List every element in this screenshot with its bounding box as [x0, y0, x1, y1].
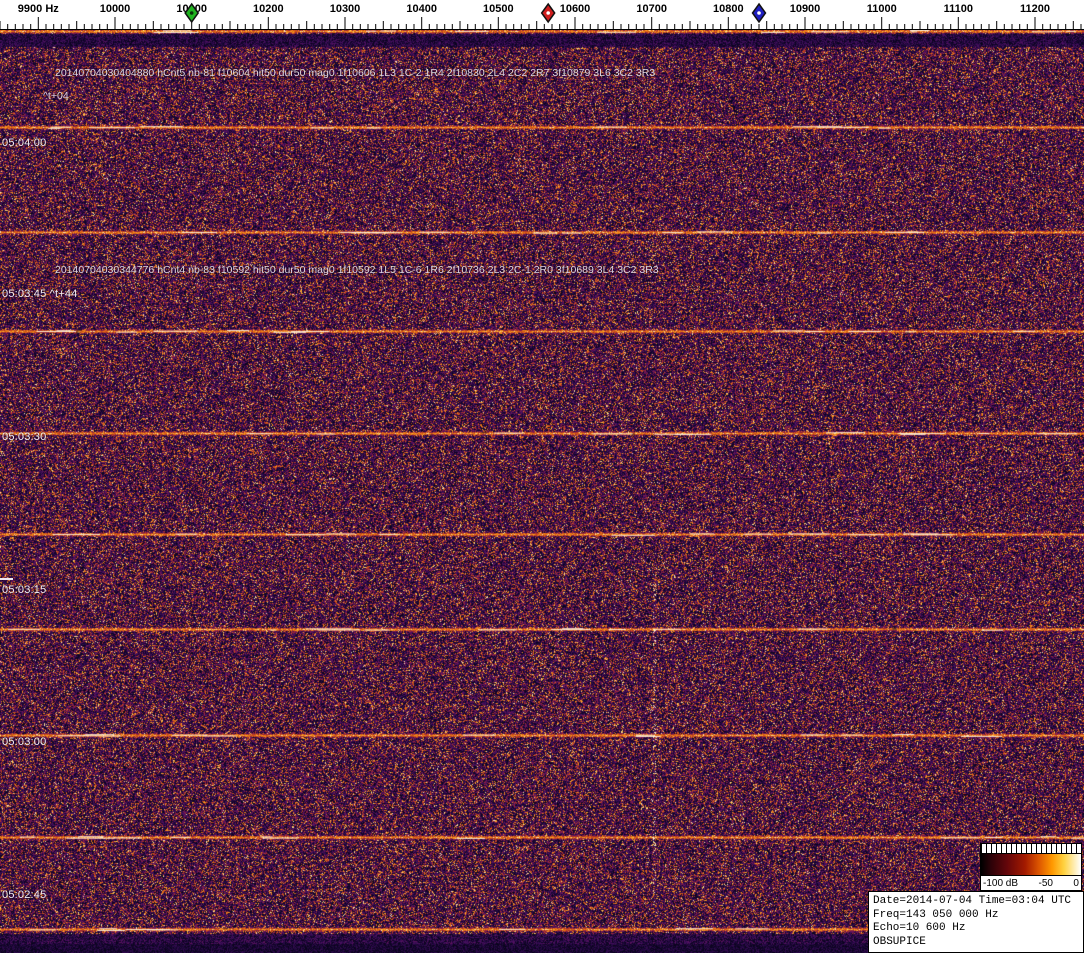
colorbar-gradient	[980, 853, 1082, 876]
info-station: OBSUPICE	[873, 936, 1079, 950]
freq-tick-label: 10400	[406, 3, 437, 15]
freq-tick-label: 10600	[560, 3, 591, 15]
colorbar-ticks	[980, 843, 1082, 853]
info-frequency: Freq=143 050 000 Hz	[873, 909, 1079, 923]
station-info-box: Date=2014-07-04 Time=03:04 UTC Freq=143 …	[868, 891, 1084, 953]
freq-tick-label: 11000	[867, 3, 897, 15]
freq-tick-label: 10800	[713, 3, 744, 15]
info-echo: Echo=10 600 Hz	[873, 922, 1079, 936]
freq-tick-label: 10200	[253, 3, 284, 15]
info-date-time: Date=2014-07-04 Time=03:04 UTC	[873, 895, 1079, 909]
freq-tick-label: 11100	[944, 3, 973, 15]
spectrogram-app: { "chart_data": { "type": "heatmap", "ti…	[0, 0, 1084, 953]
freq-tick-label: 10000	[100, 3, 131, 15]
colorbar-label-mid: -50	[1039, 878, 1053, 889]
freq-tick-label: 10700	[636, 3, 667, 15]
colorbar: -100 dB -50 0	[980, 843, 1082, 891]
frequency-ruler: 9900 Hz100001010010200103001040010500106…	[0, 0, 1084, 30]
freq-tick-label: 9900 Hz	[18, 3, 59, 15]
spectrogram-waterfall	[0, 30, 1084, 953]
freq-tick-label: 10900	[790, 3, 821, 15]
colorbar-label-max: 0	[1073, 878, 1079, 889]
freq-tick-label: 10500	[483, 3, 514, 15]
freq-tick-label: 11200	[1020, 3, 1050, 15]
freq-tick-label: 10300	[330, 3, 361, 15]
colorbar-label-min: -100 dB	[983, 878, 1018, 889]
colorbar-labels: -100 dB -50 0	[980, 876, 1082, 891]
